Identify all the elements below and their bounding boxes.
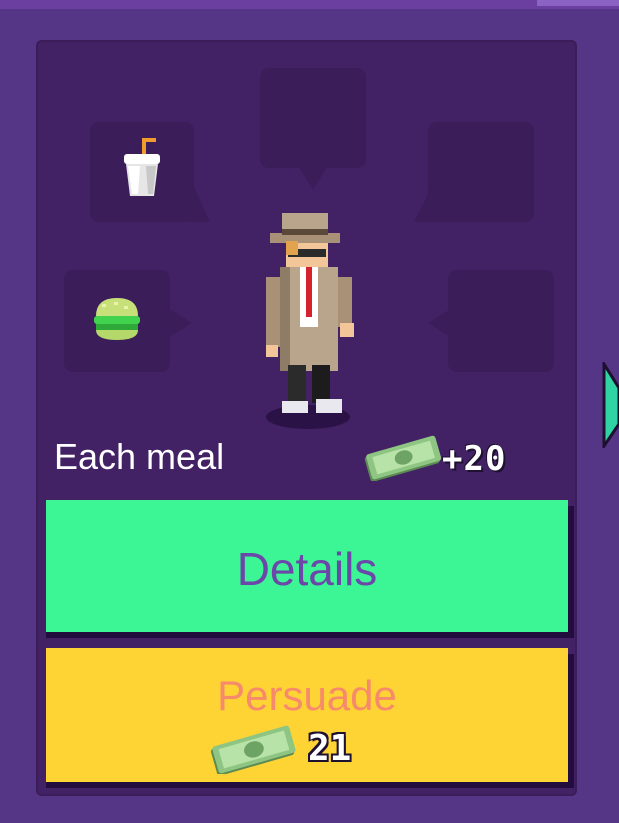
next-arrow-icon[interactable] bbox=[602, 362, 619, 448]
detective-customer-sprite bbox=[266, 213, 354, 429]
order-slot-top-left bbox=[90, 122, 210, 222]
order-slot-right bbox=[428, 270, 554, 372]
details-button-label: Details bbox=[236, 543, 378, 595]
bubble-tail bbox=[168, 308, 192, 338]
order-slot-top-right bbox=[414, 122, 534, 222]
green-burger-icon bbox=[94, 298, 140, 340]
persuade-button-label: Persuade bbox=[217, 672, 397, 719]
top-bar bbox=[0, 0, 619, 9]
bubble-tail bbox=[298, 166, 328, 190]
persuade-button[interactable]: Persuade 21 bbox=[46, 648, 568, 782]
details-button[interactable]: Details bbox=[46, 500, 568, 632]
reward-value: +20 bbox=[442, 439, 507, 479]
reward-label: Each meal bbox=[54, 436, 225, 477]
order-slot-left bbox=[64, 270, 192, 372]
bubble-tail bbox=[414, 178, 436, 222]
order-slot-top bbox=[260, 68, 366, 190]
cash-icon bbox=[210, 725, 296, 774]
drink-cup-icon bbox=[124, 138, 160, 196]
customer-card: Each meal +20 Details Persuade 21 bbox=[36, 40, 577, 796]
persuade-cost: 21 bbox=[308, 728, 352, 769]
top-bar-highlight bbox=[537, 0, 619, 6]
bubble-tail bbox=[190, 178, 210, 222]
bubble-tail bbox=[428, 308, 452, 338]
